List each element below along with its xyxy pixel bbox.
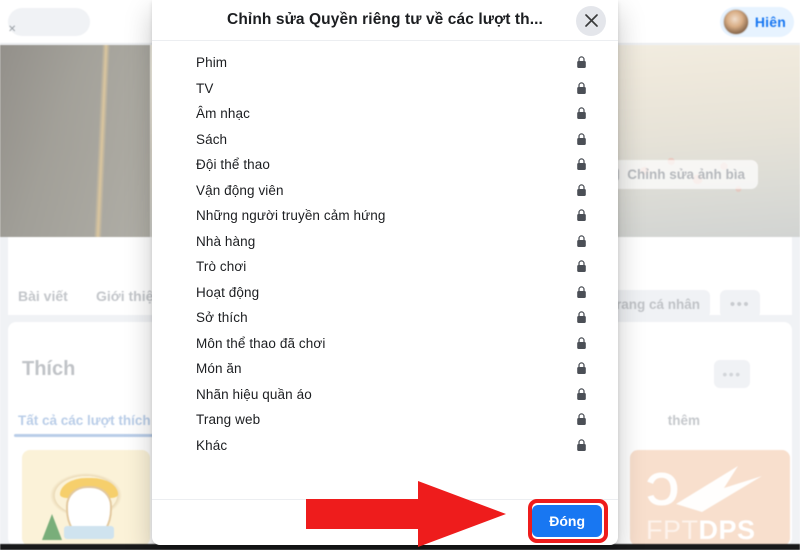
list-item-label: Sách <box>196 131 228 147</box>
dialog-close-button[interactable] <box>576 5 606 36</box>
list-item-label: Trò chơi <box>196 259 247 275</box>
cover-photo-left-region <box>0 45 150 237</box>
list-item-label: Nhà hàng <box>196 233 256 249</box>
list-item-label: Môn thể thao đã chơi <box>196 335 326 351</box>
lock-icon[interactable] <box>576 362 587 375</box>
doodle-tree <box>42 514 62 540</box>
list-item[interactable]: Nhãn hiệu quần áo <box>152 382 618 408</box>
sidebar-item-posts[interactable]: Bài viết <box>18 288 68 304</box>
avatar <box>722 9 749 35</box>
lock-icon[interactable] <box>576 56 587 69</box>
list-item[interactable]: TV <box>152 76 618 102</box>
lock-icon[interactable] <box>576 311 587 324</box>
list-item-label: TV <box>196 80 214 96</box>
likes-panel-title: Thích <box>22 358 76 380</box>
fpt-d-mark: Ɔ <box>646 463 680 515</box>
list-item[interactable]: Khác <box>152 433 618 459</box>
list-item[interactable]: Âm nhạc <box>152 101 618 127</box>
account-name: Hiên <box>754 14 786 30</box>
list-item-label: Âm nhạc <box>196 106 250 122</box>
doodle-band <box>64 526 114 539</box>
list-item-label: Hoạt động <box>196 284 260 300</box>
page-title: Chỉnh sửa Quyền riêng tư về các lượt th.… <box>227 11 543 28</box>
list-item-label: Nhãn hiệu quần áo <box>196 386 312 402</box>
list-item-label: Món ăn <box>196 361 242 377</box>
list-item[interactable]: Sách <box>152 127 618 153</box>
list-item[interactable]: Vận động viên <box>152 178 618 204</box>
list-item[interactable]: Hoạt động <box>152 280 618 306</box>
lock-icon[interactable] <box>576 158 587 171</box>
list-item-label: Sở thích <box>196 310 248 326</box>
lock-icon[interactable] <box>576 260 587 273</box>
lock-icon[interactable] <box>576 337 587 350</box>
list-item[interactable]: Trang web <box>152 407 618 433</box>
close-action-wrap: Đóng <box>532 505 602 537</box>
list-item-label: Những người truyền cảm hứng <box>196 208 386 224</box>
list-item[interactable]: Môn thể thao đã chơi <box>152 331 618 357</box>
close-icon <box>584 14 598 27</box>
lock-icon[interactable] <box>576 107 587 120</box>
list-item[interactable]: Những người truyền cảm hứng <box>152 203 618 229</box>
list-item-label: Đội thể thao <box>196 157 270 173</box>
search-icon: ✕ <box>8 24 17 35</box>
list-item[interactable]: Món ăn <box>152 356 618 382</box>
list-item[interactable]: Phim <box>152 50 618 76</box>
likes-more-tabs-button[interactable]: thêm <box>668 413 700 428</box>
like-card-fpt-dps[interactable]: Ɔ FPTDPS <box>630 450 790 546</box>
likes-panel-more-button[interactable]: ••• <box>714 360 750 388</box>
lock-icon[interactable] <box>576 413 587 426</box>
lock-icon[interactable] <box>576 286 587 299</box>
screenshot-root: ✕ Hiên Chỉnh sửa ảnh bìa Bài viết Giới t… <box>0 0 800 550</box>
lock-icon[interactable] <box>576 235 587 248</box>
fpt-swoosh-icon <box>676 466 762 512</box>
search-input[interactable]: ✕ <box>8 8 90 36</box>
lock-icon[interactable] <box>576 209 587 222</box>
dialog-footer: Đóng <box>152 499 618 544</box>
lock-icon[interactable] <box>576 133 587 146</box>
list-item-label: Trang web <box>196 412 261 428</box>
fpt-dps-logo-text: FPTDPS <box>646 515 756 545</box>
list-item-label: Phim <box>196 55 228 71</box>
list-item-label: Vận động viên <box>196 182 284 198</box>
edit-cover-photo-label: Chỉnh sửa ảnh bìa <box>627 167 745 182</box>
lock-icon[interactable] <box>576 439 587 452</box>
close-button[interactable]: Đóng <box>532 505 602 537</box>
lock-icon[interactable] <box>576 82 587 95</box>
list-item[interactable]: Đội thể thao <box>152 152 618 178</box>
privacy-category-list[interactable]: Phim TV Âm nhạc Sách Đội thể thao Vận động vi… <box>152 41 618 499</box>
list-item-label: Khác <box>196 437 228 453</box>
tab-active-underline <box>14 434 162 437</box>
tab-all-likes[interactable]: Tất cả các lượt thích <box>18 413 151 428</box>
lock-icon[interactable] <box>576 184 587 197</box>
dialog-header: Chỉnh sửa Quyền riêng tư về các lượt th.… <box>152 0 618 41</box>
like-card-doodle[interactable] <box>22 450 150 546</box>
profile-more-button[interactable]: ••• <box>720 290 760 318</box>
lock-icon[interactable] <box>576 388 587 401</box>
list-item[interactable]: Sở thích <box>152 305 618 331</box>
list-item[interactable]: Nhà hàng <box>152 229 618 255</box>
list-item[interactable]: Trò chơi <box>152 254 618 280</box>
edit-likes-privacy-dialog: Chỉnh sửa Quyền riêng tư về các lượt th.… <box>152 0 618 545</box>
account-menu[interactable]: Hiên <box>719 7 794 37</box>
